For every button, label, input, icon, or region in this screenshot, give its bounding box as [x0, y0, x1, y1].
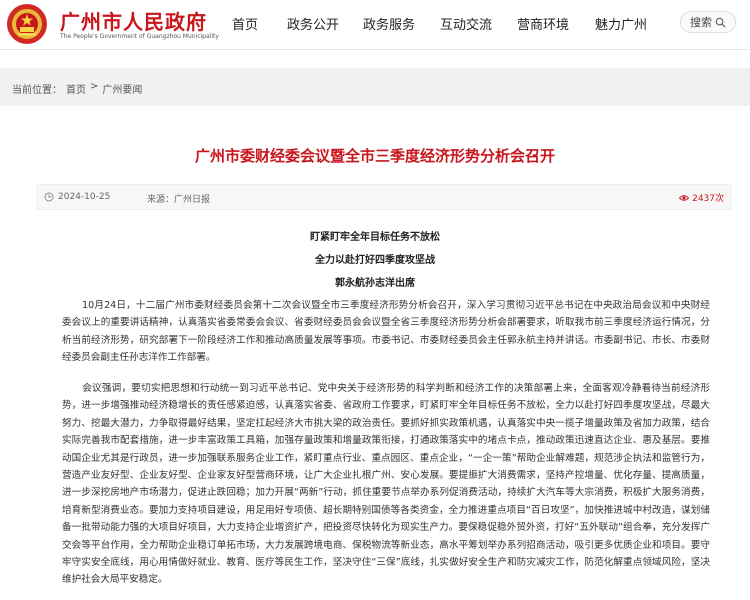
nav-home[interactable]: 首页: [232, 14, 287, 33]
breadcrumb-home-link[interactable]: 首页: [66, 81, 86, 96]
search-icon: [715, 17, 726, 28]
national-emblem-logo[interactable]: [6, 3, 48, 45]
article-title: 广州市委财经委会议暨全市三季度经济形势分析会召开: [194, 147, 555, 165]
article-subtitle-1: 盯紧盯牢全年目标任务不放松: [310, 232, 440, 243]
nav-charming-guangzhou[interactable]: 魅力广州: [595, 14, 665, 33]
nav-business-environment[interactable]: 营商环境: [517, 14, 595, 33]
breadcrumb-news-link[interactable]: 广州要闻: [102, 81, 142, 96]
article-paragraph-2: 会议强调，要切实把思想和行动统一到习近平总书记、党中央关于经济形势的科学判断和经…: [62, 380, 710, 589]
eye-icon: [679, 194, 690, 201]
paragraph-1-text: 10月24日，十二届广州市委财经委员会第十二次会议暨全市三季度经济形势分析会召开…: [62, 300, 710, 364]
publish-date: 2024-10-25: [44, 192, 110, 202]
view-count: 2437次: [679, 191, 724, 204]
site-header: 广州市人民政府 The People's Government of Guang…: [0, 0, 750, 50]
breadcrumb-bar: 当前位置： 首页 > 广州要闻: [0, 68, 750, 106]
breadcrumb-prefix: 当前位置：: [12, 85, 62, 96]
article-subtitle-2: 全力以赴打好四季度攻坚战: [315, 255, 435, 266]
nav-government-services[interactable]: 政务服务: [363, 14, 440, 33]
main-nav: 首页 政务公开 政务服务 互动交流 营商环境 魅力广州: [232, 14, 665, 33]
site-subtitle: The People's Government of Guangzhou Mun…: [60, 33, 219, 40]
search-label: 搜索: [690, 16, 712, 29]
site-title[interactable]: 广州市人民政府: [60, 6, 207, 35]
clock-icon: [44, 192, 54, 202]
view-count-text: 2437次: [692, 194, 724, 204]
article-meta-bar: 2024-10-25 来源：广州日报 2437次: [36, 184, 732, 210]
breadcrumb-separator: >: [90, 81, 99, 92]
article-source: 来源：广州日报: [147, 195, 211, 205]
paragraph-2-text: 会议强调，要切实把思想和行动统一到习近平总书记、党中央关于经济形势的科学判断和经…: [62, 383, 710, 586]
search-button[interactable]: 搜索: [680, 11, 736, 33]
breadcrumb: 当前位置： 首页 > 广州要闻: [12, 81, 142, 96]
nav-interaction[interactable]: 互动交流: [440, 14, 517, 33]
article-paragraph-1: 10月24日，十二届广州市委财经委员会第十二次会议暨全市三季度经济形势分析会召开…: [62, 297, 710, 367]
article-subtitle-3: 郭永航孙志洋出席: [335, 278, 415, 289]
publish-date-text: 2024-10-25: [58, 192, 111, 202]
nav-government-affairs[interactable]: 政务公开: [287, 14, 363, 33]
